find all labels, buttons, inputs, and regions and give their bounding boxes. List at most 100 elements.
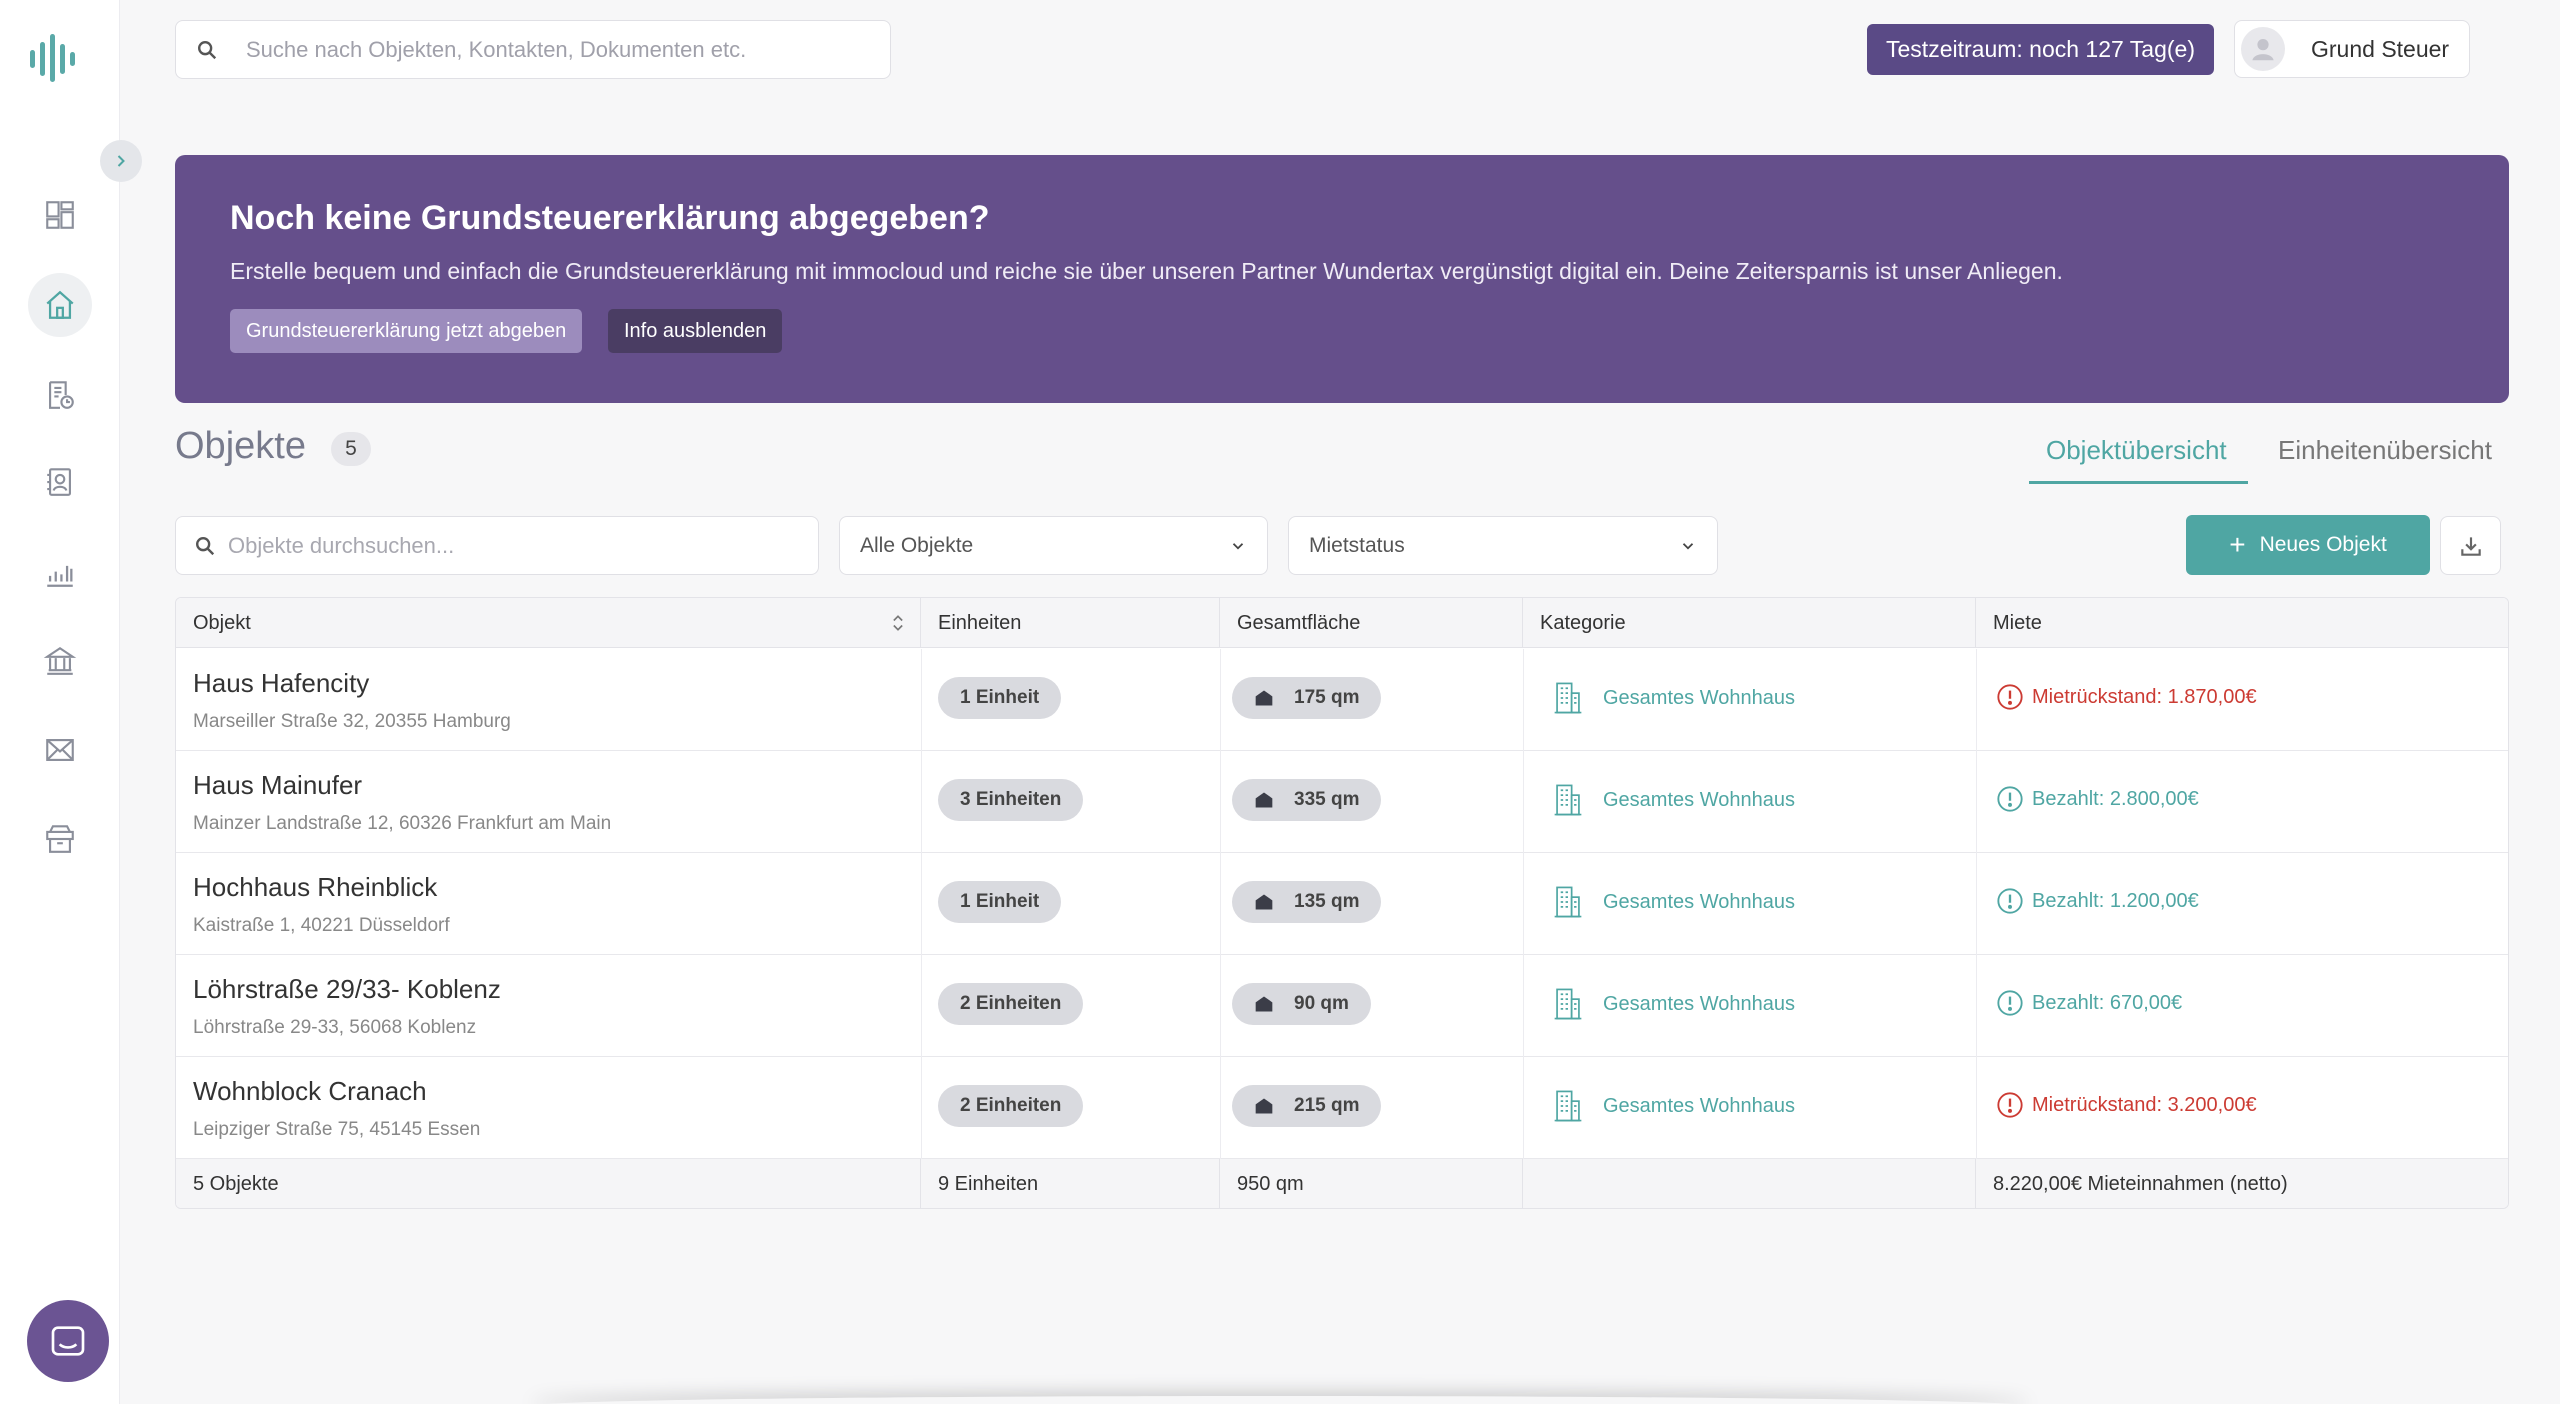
rent-cell: Bezahlt: 1.200,00€ [1976,853,2508,955]
area-badge: 135 qm [1232,881,1382,923]
units-value: 2 Einheiten [960,1095,1062,1116]
footer-area-total: 950 qm [1220,1159,1523,1208]
object-filter-value: Alle Objekte [860,533,974,557]
building-icon [1554,682,1582,714]
area-cell: 215 qm [1220,1057,1523,1159]
rent-status: Mietrückstand: 1.870,00€ [1996,683,2257,711]
user-icon [2252,39,2274,61]
receipt-icon[interactable] [28,363,92,427]
column-label: Objekt [193,611,251,634]
chevron-right-icon [117,155,125,167]
units-cell: 1 Einheit [921,649,1220,751]
object-cell[interactable]: Haus Hafencity Marseiller Straße 32, 2035… [176,649,921,751]
object-name[interactable]: Hochhaus Rheinblick [193,872,437,903]
object-address: Kaistraße 1, 40221 Düsseldorf [193,915,450,936]
object-name[interactable]: Haus Hafencity [193,668,369,699]
download-icon [2460,536,2481,556]
bank-icon[interactable] [28,629,92,693]
category-cell: Gesamtes Wohnhaus [1523,955,1976,1057]
area-value: 175 qm [1294,687,1360,708]
sidebar-expand-button[interactable] [100,140,142,182]
rent-status: Bezahlt: 670,00€ [1996,989,2182,1017]
units-badge: 2 Einheiten [938,1085,1084,1127]
banner-text: Erstelle bequem und einfach die Grundste… [230,258,2063,284]
rent-value: Mietrückstand: 1.870,00€ [2032,685,2257,708]
object-name[interactable]: Löhrstraße 29/33- Koblenz [193,974,501,1005]
house-icon [1255,1098,1273,1114]
object-search-input[interactable] [228,532,788,559]
dashboard-icon[interactable] [28,183,92,247]
search-icon [198,40,217,59]
table-row[interactable]: Haus Mainufer Mainzer Landstraße 12, 6032… [176,751,2508,853]
chart-icon[interactable] [28,541,92,605]
category-cell: Gesamtes Wohnhaus [1523,751,1976,853]
object-cell[interactable]: Löhrstraße 29/33- Koblenz Löhrstraße 29-3… [176,955,921,1057]
banner-title: Noch keine Grundsteuererklärung abgegebe… [230,199,990,237]
category-label: Gesamtes Wohnhaus [1553,885,1795,919]
units-cell: 1 Einheit [921,853,1220,955]
units-cell: 3 Einheiten [921,751,1220,853]
house-icon [1255,690,1273,706]
table-row[interactable]: Wohnblock Cranach Leipziger Straße 75, 45… [176,1057,2508,1159]
category-label: Gesamtes Wohnhaus [1553,987,1795,1021]
sort-icon[interactable] [888,610,908,636]
object-cell[interactable]: Hochhaus Rheinblick Kaistraße 1, 40221 Dü… [176,853,921,955]
object-address: Mainzer Landstraße 12, 60326 Frankfurt a… [193,813,612,834]
column-header-objekt[interactable]: Objekt [176,598,921,648]
column-header-gesamtflaeche[interactable]: Gesamtfläche [1220,598,1523,648]
object-search[interactable] [175,516,819,575]
table-footer: 5 Objekte 9 Einheiten 950 qm 8.220,00€ M… [176,1159,2508,1208]
category-cell: Gesamtes Wohnhaus [1523,1057,1976,1159]
logo-icon[interactable] [26,34,75,82]
building-icon [1554,784,1582,816]
rent-value: Bezahlt: 670,00€ [2032,991,2183,1014]
table-row[interactable]: Löhrstraße 29/33- Koblenz Löhrstraße 29-3… [176,955,2508,1057]
table-row[interactable]: Haus Hafencity Marseiller Straße 32, 2035… [176,649,2508,751]
building-icon [1554,886,1582,918]
contacts-icon[interactable] [28,450,92,514]
area-badge: 335 qm [1232,779,1382,821]
object-filter-select[interactable]: Alle Objekte [839,516,1268,575]
table-row[interactable]: Hochhaus Rheinblick Kaistraße 1, 40221 Dü… [176,853,2508,955]
column-header-miete[interactable]: Miete [1976,598,2508,648]
rent-value: Bezahlt: 1.200,00€ [2032,889,2199,912]
rent-status: Mietrückstand: 3.200,00€ [1996,1091,2257,1119]
rent-cell: Bezahlt: 670,00€ [1976,955,2508,1057]
object-name[interactable]: Wohnblock Cranach [193,1076,427,1107]
download-button[interactable] [2440,516,2501,575]
tab-einheitenuebersicht[interactable]: Einheitenübersicht [2278,435,2492,466]
alert-icon [1997,684,2023,710]
global-search-input[interactable] [246,36,846,63]
house-icon [1255,792,1273,808]
new-object-button[interactable]: + Neues Objekt [2186,515,2430,575]
object-cell[interactable]: Wohnblock Cranach Leipziger Straße 75, 45… [176,1057,921,1159]
area-cell: 135 qm [1220,853,1523,955]
area-value: 135 qm [1294,891,1360,912]
object-address: Marseiller Straße 32, 20355 Hamburg [193,711,511,732]
trial-badge[interactable]: Testzeitraum: noch 127 Tag(e) [1867,24,2214,75]
tab-objektuebersicht[interactable]: Objektübersicht [2046,435,2227,466]
hide-info-button[interactable]: Info ausblenden [608,309,783,353]
chat-button[interactable] [27,1300,109,1382]
submit-tax-button[interactable]: Grundsteuererklärung jetzt abgeben [230,309,583,353]
category-cell: Gesamtes Wohnhaus [1523,853,1976,955]
column-header-einheiten[interactable]: Einheiten [921,598,1220,648]
chevron-down-icon [1682,542,1694,550]
column-label: Miete [1993,611,2042,634]
column-header-kategorie[interactable]: Kategorie [1523,598,1976,648]
rent-status-value: Mietstatus [1309,533,1405,557]
object-cell[interactable]: Haus Mainufer Mainzer Landstraße 12, 6032… [176,751,921,853]
footer-objects-total: 5 Objekte [176,1159,921,1208]
global-search[interactable] [175,20,891,79]
rent-status-select[interactable]: Mietstatus [1288,516,1718,575]
mail-icon[interactable] [28,718,92,782]
archive-icon[interactable] [28,807,92,871]
category-value: Gesamtes Wohnhaus [1603,1094,1795,1117]
category-label: Gesamtes Wohnhaus [1553,783,1795,817]
units-value: 1 Einheit [960,891,1040,912]
object-name[interactable]: Haus Mainufer [193,770,362,801]
alert-icon [1997,786,2023,812]
home-icon[interactable] [28,273,92,337]
user-menu[interactable]: Grund Steuer [2234,20,2470,78]
footer-units-total: 9 Einheiten [921,1159,1220,1208]
